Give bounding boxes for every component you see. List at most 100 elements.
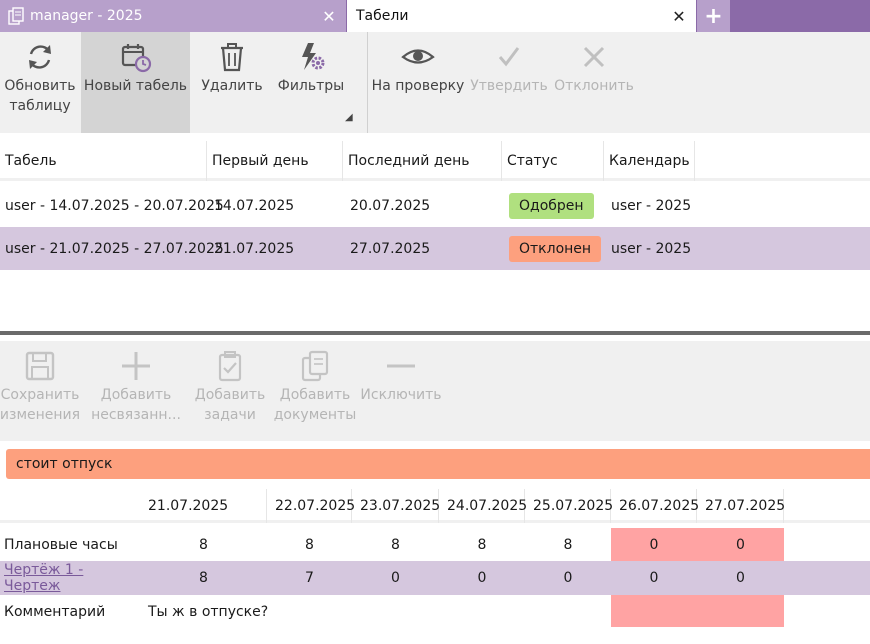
toolbar-separator xyxy=(367,32,368,133)
exclude-label: Исключить xyxy=(360,387,442,403)
add-tab-button[interactable]: + xyxy=(697,0,730,32)
reject-button[interactable]: Отклонить xyxy=(552,32,636,133)
refresh-label-2: таблицу xyxy=(9,98,71,114)
add-documents-label-2: документы xyxy=(273,407,357,423)
hours-cell[interactable]: 8 xyxy=(525,528,611,562)
date-header[interactable]: 25.07.2025 xyxy=(525,489,613,523)
date-header[interactable]: 23.07.2025 xyxy=(352,489,440,523)
task-link[interactable]: Чертёж 1 - Чертеж xyxy=(0,561,140,595)
reject-label: Отклонить xyxy=(554,78,634,94)
add-tasks-label-1: Добавить xyxy=(194,387,266,403)
delete-label: Удалить xyxy=(201,78,263,94)
status-badge: Отклонен xyxy=(509,235,602,262)
hours-cell[interactable]: 8 xyxy=(267,528,352,562)
plus-icon xyxy=(119,341,153,385)
row-label: Плановые часы xyxy=(4,537,118,553)
eye-icon xyxy=(401,32,435,76)
table-row-selected[interactable]: user - 21.07.2025 - 27.07.2025 21.07.202… xyxy=(0,227,870,270)
hours-cell[interactable]: 7 xyxy=(267,561,352,595)
add-unlinked-label-1: Добавить xyxy=(100,387,172,403)
column-header-last-day[interactable]: Последний день xyxy=(343,141,502,181)
tab-title: Табели xyxy=(356,8,409,24)
status-badge: Одобрен xyxy=(509,192,594,219)
save-label-1: Сохранить xyxy=(0,387,80,403)
exclude-button[interactable]: Исключить xyxy=(360,341,442,441)
cell-timesheet: user - 14.07.2025 - 20.07.2025 xyxy=(5,197,224,214)
column-header-status[interactable]: Статус xyxy=(502,141,604,181)
add-unlinked-button[interactable]: Добавить несвязанн... xyxy=(88,341,184,441)
documents-icon xyxy=(6,6,26,26)
approve-label: Утвердить xyxy=(470,78,548,94)
filters-button[interactable]: Фильтры xyxy=(274,32,348,133)
cell-timesheet: user - 21.07.2025 - 27.07.2025 xyxy=(5,240,224,257)
table-row[interactable]: user - 14.07.2025 - 20.07.2025 14.07.202… xyxy=(0,184,870,227)
date-header[interactable]: 24.07.2025 xyxy=(439,489,527,523)
cell-last-day: 20.07.2025 xyxy=(350,197,431,214)
calendar-clock-icon xyxy=(119,32,153,76)
minus-icon xyxy=(384,341,418,385)
delete-button[interactable]: Удалить xyxy=(190,32,274,133)
hours-cell[interactable]: 0 xyxy=(611,561,697,595)
timesheet-toolbar: Обновить таблицу Новый табель Удалить Фи… xyxy=(0,32,870,133)
cell-calendar: user - 2025 xyxy=(611,240,692,257)
add-tasks-label-2: задачи xyxy=(204,407,256,423)
tab-timesheets[interactable]: Табели ✕ xyxy=(347,0,696,32)
tab-title: manager - 2025 xyxy=(30,8,143,24)
save-label-2: изменения xyxy=(0,407,81,423)
filters-label: Фильтры xyxy=(277,78,345,94)
hours-cell[interactable]: 8 xyxy=(140,528,267,562)
column-header-first-day[interactable]: Первый день xyxy=(207,141,343,181)
comment-row: Комментарий Ты ж в отпуске? xyxy=(0,595,870,629)
x-icon xyxy=(577,32,611,76)
refresh-label-1: Обновить xyxy=(4,78,76,94)
date-header[interactable]: 26.07.2025 xyxy=(611,489,699,523)
planned-hours-row: Плановые часы 8 8 8 8 8 0 0 xyxy=(0,528,870,562)
hours-cell-weekend[interactable]: 0 xyxy=(611,528,697,562)
hours-cell[interactable]: 0 xyxy=(697,561,784,595)
floppy-icon xyxy=(23,341,57,385)
close-icon[interactable]: ✕ xyxy=(668,5,690,27)
hours-cell[interactable]: 0 xyxy=(525,561,611,595)
hours-cell[interactable]: 0 xyxy=(439,561,525,595)
add-documents-button[interactable]: Добавить документы xyxy=(273,341,357,441)
new-timesheet-button[interactable]: Новый табель xyxy=(81,32,190,133)
task-row[interactable]: Чертёж 1 - Чертеж 8 7 0 0 0 0 0 xyxy=(0,561,870,595)
tab-manager-2025[interactable]: manager - 2025 ✕ xyxy=(0,0,346,32)
filter-gear-icon xyxy=(294,32,328,76)
date-header[interactable]: 21.07.2025 xyxy=(140,489,267,523)
column-header-calendar[interactable]: Календарь xyxy=(604,141,695,181)
check-icon xyxy=(492,32,526,76)
cell-calendar: user - 2025 xyxy=(611,197,692,214)
comment-cell-weekend[interactable] xyxy=(611,595,784,627)
send-to-review-button[interactable]: На проверку xyxy=(370,32,466,133)
approve-button[interactable]: Утвердить xyxy=(466,32,552,133)
clipboard-check-icon xyxy=(213,341,247,385)
refresh-table-button[interactable]: Обновить таблицу xyxy=(0,32,80,133)
add-tasks-button[interactable]: Добавить задачи xyxy=(190,341,270,441)
hours-cell[interactable]: 0 xyxy=(352,561,439,595)
add-unlinked-label-2: несвязанн... xyxy=(91,407,181,423)
tab-bar: manager - 2025 ✕ Табели ✕ + xyxy=(0,0,870,32)
documents-icon xyxy=(298,341,332,385)
column-header-timesheet[interactable]: Табель xyxy=(0,141,207,181)
hours-cell[interactable]: 8 xyxy=(352,528,439,562)
group-launcher-icon[interactable]: ◢ xyxy=(345,112,353,123)
panel-splitter[interactable] xyxy=(0,331,870,335)
close-icon[interactable]: ✕ xyxy=(318,5,340,27)
hours-cell[interactable]: 8 xyxy=(140,561,267,595)
date-header[interactable]: 27.07.2025 xyxy=(697,489,785,523)
new-timesheet-label: Новый табель xyxy=(83,78,188,94)
date-header[interactable]: 22.07.2025 xyxy=(267,489,355,523)
detail-toolbar: Сохранить изменения Добавить несвязанн..… xyxy=(0,341,870,441)
hours-cell[interactable]: 8 xyxy=(439,528,525,562)
save-changes-button[interactable]: Сохранить изменения xyxy=(0,341,80,441)
cell-first-day: 21.07.2025 xyxy=(214,240,295,257)
hours-cell-weekend[interactable]: 0 xyxy=(697,528,784,562)
review-label: На проверку xyxy=(371,78,465,94)
detail-grid-header: 21.07.2025 22.07.2025 23.07.2025 24.07.2… xyxy=(0,489,870,523)
vacation-alert: стоит отпуск xyxy=(6,449,870,479)
row-label: Комментарий xyxy=(4,604,106,620)
comment-text[interactable]: Ты ж в отпуске? xyxy=(144,595,444,629)
cell-first-day: 14.07.2025 xyxy=(214,197,295,214)
add-documents-label-1: Добавить xyxy=(279,387,351,403)
